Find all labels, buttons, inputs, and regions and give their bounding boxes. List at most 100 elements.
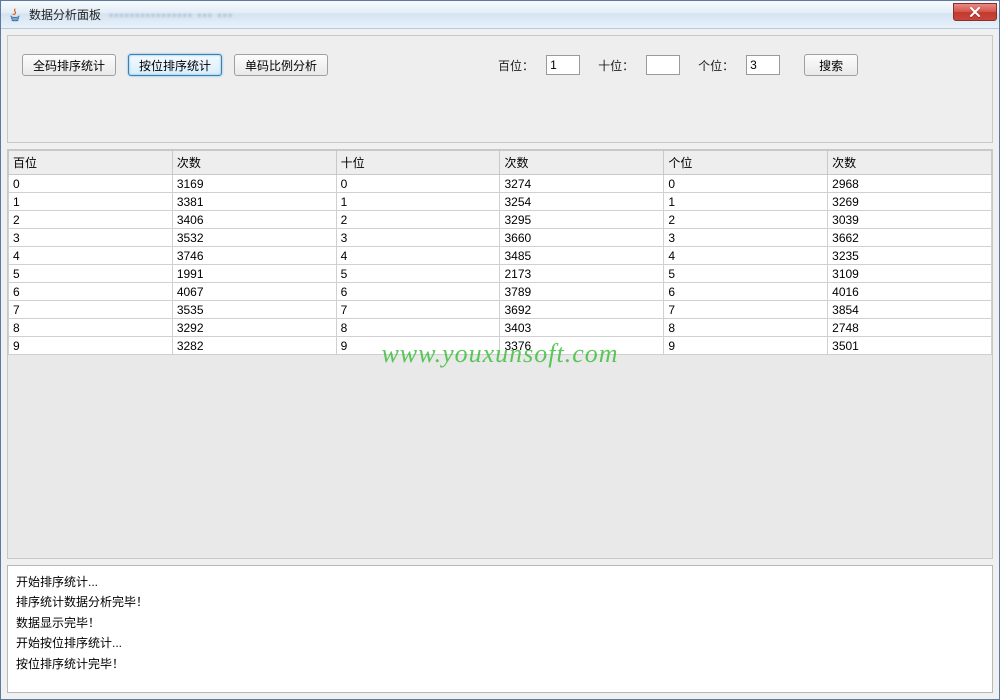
col-header[interactable]: 次数 [172,151,336,175]
col-header[interactable]: 次数 [500,151,664,175]
table-cell: 3295 [500,211,664,229]
table-cell: 3692 [500,301,664,319]
col-header[interactable]: 百位 [9,151,173,175]
data-table: 百位 次数 十位 次数 个位 次数 0316903274029681338113… [8,150,992,355]
table-cell: 6 [336,283,500,301]
search-button[interactable]: 搜索 [804,54,858,76]
table-cell: 1 [664,193,828,211]
window-title: 数据分析面板 [29,6,101,23]
table-cell: 3274 [500,175,664,193]
table-cell: 7 [336,301,500,319]
table-cell: 4 [336,247,500,265]
app-window: 数据分析面板 ▪▪▪▪▪▪▪▪▪▪▪▪▪▪▪▪ ▪▪▪ ▪▪▪ 全码排序统计 按… [0,0,1000,700]
table-cell: 3485 [500,247,664,265]
table-row[interactable]: 437464348543235 [9,247,992,265]
table-cell: 6 [664,283,828,301]
table-cell: 2968 [828,175,992,193]
table-cell: 8 [9,319,173,337]
table-cell: 3292 [172,319,336,337]
table-cell: 6 [9,283,173,301]
close-icon [969,7,981,17]
table-cell: 0 [336,175,500,193]
col-header[interactable]: 十位 [336,151,500,175]
table-cell: 3403 [500,319,664,337]
table-header-row: 百位 次数 十位 次数 个位 次数 [9,151,992,175]
shi-input[interactable] [646,55,680,75]
table-cell: 3535 [172,301,336,319]
table-cell: 9 [336,337,500,355]
full-sort-stats-button[interactable]: 全码排序统计 [22,54,116,76]
table-row[interactable]: 832928340382748 [9,319,992,337]
java-app-icon [7,7,23,23]
table-cell: 3169 [172,175,336,193]
position-sort-stats-button[interactable]: 按位排序统计 [128,54,222,76]
table-cell: 3406 [172,211,336,229]
ge-input[interactable] [746,55,780,75]
table-cell: 3532 [172,229,336,247]
table-cell: 5 [336,265,500,283]
table-cell: 3 [336,229,500,247]
table-row[interactable]: 133811325413269 [9,193,992,211]
titlebar[interactable]: 数据分析面板 ▪▪▪▪▪▪▪▪▪▪▪▪▪▪▪▪ ▪▪▪ ▪▪▪ [1,1,999,29]
table-cell: 3 [9,229,173,247]
table-cell: 1 [336,193,500,211]
bai-label: 百位： [498,57,534,74]
ge-label: 个位： [698,57,734,74]
bai-input[interactable] [546,55,580,75]
table-cell: 9 [9,337,173,355]
table-cell: 3039 [828,211,992,229]
table-cell: 3746 [172,247,336,265]
single-ratio-analysis-button[interactable]: 单码比例分析 [234,54,328,76]
table-cell: 2 [664,211,828,229]
table-cell: 7 [9,301,173,319]
table-body: 0316903274029681338113254132692340623295… [9,175,992,355]
close-button[interactable] [953,3,997,21]
table-cell: 0 [9,175,173,193]
table-cell: 4 [664,247,828,265]
table-cell: 1991 [172,265,336,283]
table-cell: 4067 [172,283,336,301]
table-cell: 4016 [828,283,992,301]
table-cell: 3501 [828,337,992,355]
table-cell: 7 [664,301,828,319]
content-area: 全码排序统计 按位排序统计 单码比例分析 百位： 十位： 个位： 搜索 百位 次… [1,29,999,699]
table-row[interactable]: 932829337693501 [9,337,992,355]
table-cell: 8 [664,319,828,337]
table-cell: 1 [9,193,173,211]
table-panel: 百位 次数 十位 次数 个位 次数 0316903274029681338113… [7,149,993,559]
table-cell: 3662 [828,229,992,247]
table-cell: 3660 [500,229,664,247]
log-panel[interactable]: 开始排序统计... 排序统计数据分析完毕！ 数据显示完毕！ 开始按位排序统计..… [7,565,993,693]
col-header[interactable]: 次数 [828,151,992,175]
table-row[interactable]: 519915217353109 [9,265,992,283]
table-cell: 5 [9,265,173,283]
window-subtitle-blurred: ▪▪▪▪▪▪▪▪▪▪▪▪▪▪▪▪ ▪▪▪ ▪▪▪ [109,8,233,22]
table-cell: 2 [336,211,500,229]
table-cell: 3854 [828,301,992,319]
table-cell: 9 [664,337,828,355]
table-cell: 5 [664,265,828,283]
table-cell: 8 [336,319,500,337]
table-cell: 3254 [500,193,664,211]
table-row[interactable]: 335323366033662 [9,229,992,247]
table-cell: 2748 [828,319,992,337]
table-cell: 3381 [172,193,336,211]
shi-label: 十位： [598,57,634,74]
table-cell: 3269 [828,193,992,211]
toolbar-panel: 全码排序统计 按位排序统计 单码比例分析 百位： 十位： 个位： 搜索 [7,35,993,143]
table-cell: 2173 [500,265,664,283]
table-cell: 2 [9,211,173,229]
table-cell: 3109 [828,265,992,283]
table-cell: 3235 [828,247,992,265]
col-header[interactable]: 个位 [664,151,828,175]
table-row[interactable]: 735357369273854 [9,301,992,319]
table-row[interactable]: 640676378964016 [9,283,992,301]
table-cell: 3789 [500,283,664,301]
table-cell: 3376 [500,337,664,355]
table-cell: 4 [9,247,173,265]
table-cell: 0 [664,175,828,193]
table-row[interactable]: 031690327402968 [9,175,992,193]
table-row[interactable]: 234062329523039 [9,211,992,229]
table-cell: 3282 [172,337,336,355]
table-cell: 3 [664,229,828,247]
